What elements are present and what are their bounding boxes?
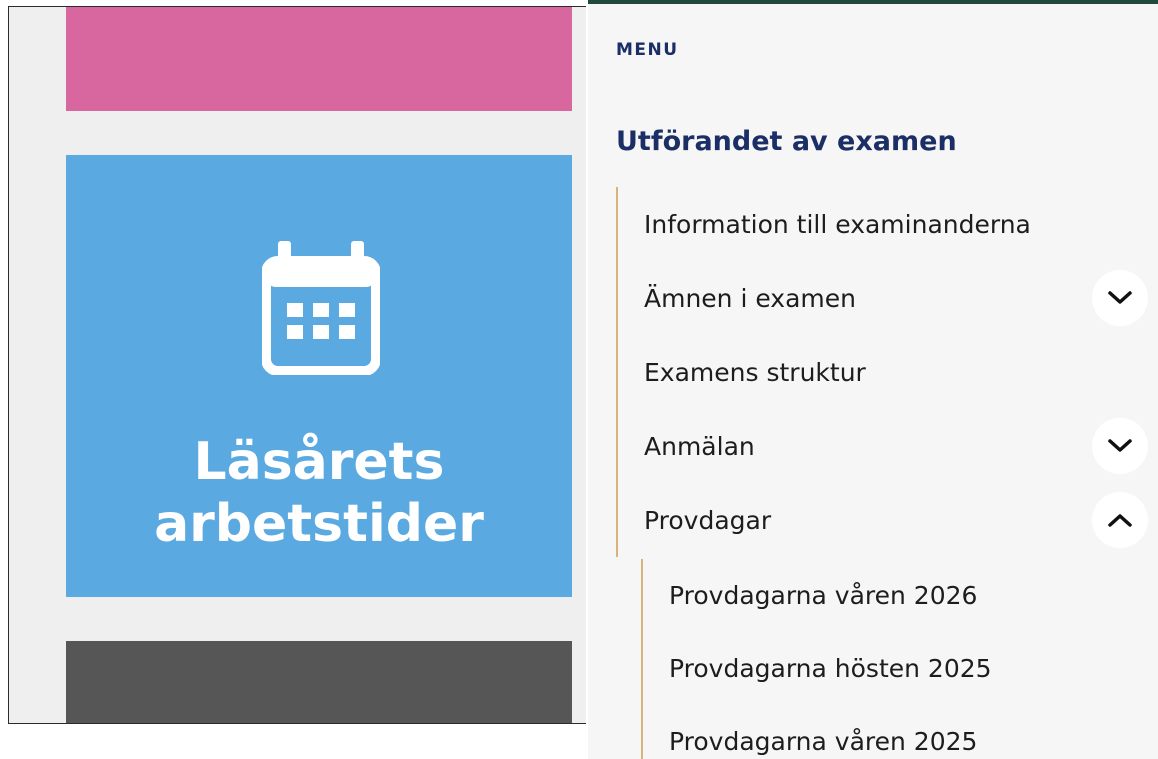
menu-item-label: Examens struktur bbox=[644, 357, 866, 387]
calendar-icon bbox=[262, 241, 380, 375]
page: Läsårets arbetstider MENU Utförandet av … bbox=[0, 0, 1158, 759]
submenu-item-spring-2026[interactable]: Provdagarna våren 2026 bbox=[643, 559, 1148, 632]
tile-title: Läsårets arbetstider bbox=[66, 431, 572, 555]
menu-item-structure[interactable]: Examens struktur bbox=[618, 335, 1150, 409]
menu-item-label: Information till examinanderna bbox=[644, 209, 1031, 239]
submenu-item-spring-2025[interactable]: Provdagarna våren 2025 bbox=[643, 705, 1148, 759]
chevron-up-icon bbox=[1108, 514, 1132, 527]
collapse-exam-days-button[interactable] bbox=[1092, 492, 1148, 548]
menu-item-information[interactable]: Information till examinanderna bbox=[618, 187, 1150, 261]
expand-subjects-button[interactable] bbox=[1092, 270, 1148, 326]
menu-item-registration[interactable]: Anmälan bbox=[618, 409, 1150, 483]
menu-item-exam-days[interactable]: Provdagar bbox=[618, 483, 1150, 557]
school-year-hours-tile[interactable]: Läsårets arbetstider bbox=[66, 155, 572, 597]
menu-item-label: Ämnen i examen bbox=[644, 283, 856, 313]
chevron-down-icon bbox=[1108, 291, 1132, 304]
chevron-down-icon bbox=[1108, 439, 1132, 452]
exam-days-submenu: Provdagarna våren 2026 Provdagarna höste… bbox=[641, 559, 1148, 759]
menu-section-title[interactable]: Utförandet av examen bbox=[616, 126, 957, 157]
tile-title-line2: arbetstider bbox=[154, 494, 484, 554]
menu-list: Information till examinanderna Ämnen i e… bbox=[616, 187, 1150, 557]
submenu-item-autumn-2025[interactable]: Provdagarna hösten 2025 bbox=[643, 632, 1148, 705]
tile-title-line1: Läsårets bbox=[193, 432, 445, 492]
submenu-item-label: Provdagarna våren 2026 bbox=[669, 581, 978, 610]
menu-item-label: Anmälan bbox=[644, 431, 755, 461]
submenu-item-label: Provdagarna våren 2025 bbox=[669, 727, 978, 756]
menu-header: MENU bbox=[616, 40, 679, 60]
tiles-panel: Läsårets arbetstider bbox=[8, 6, 586, 724]
submenu-item-label: Provdagarna hösten 2025 bbox=[669, 654, 992, 683]
pink-tile[interactable] bbox=[66, 7, 572, 111]
expand-registration-button[interactable] bbox=[1092, 418, 1148, 474]
dark-tile[interactable] bbox=[66, 641, 572, 723]
side-menu: MENU Utförandet av examen Information ti… bbox=[588, 0, 1158, 759]
menu-item-subjects[interactable]: Ämnen i examen bbox=[618, 261, 1150, 335]
menu-item-label: Provdagar bbox=[644, 505, 772, 535]
